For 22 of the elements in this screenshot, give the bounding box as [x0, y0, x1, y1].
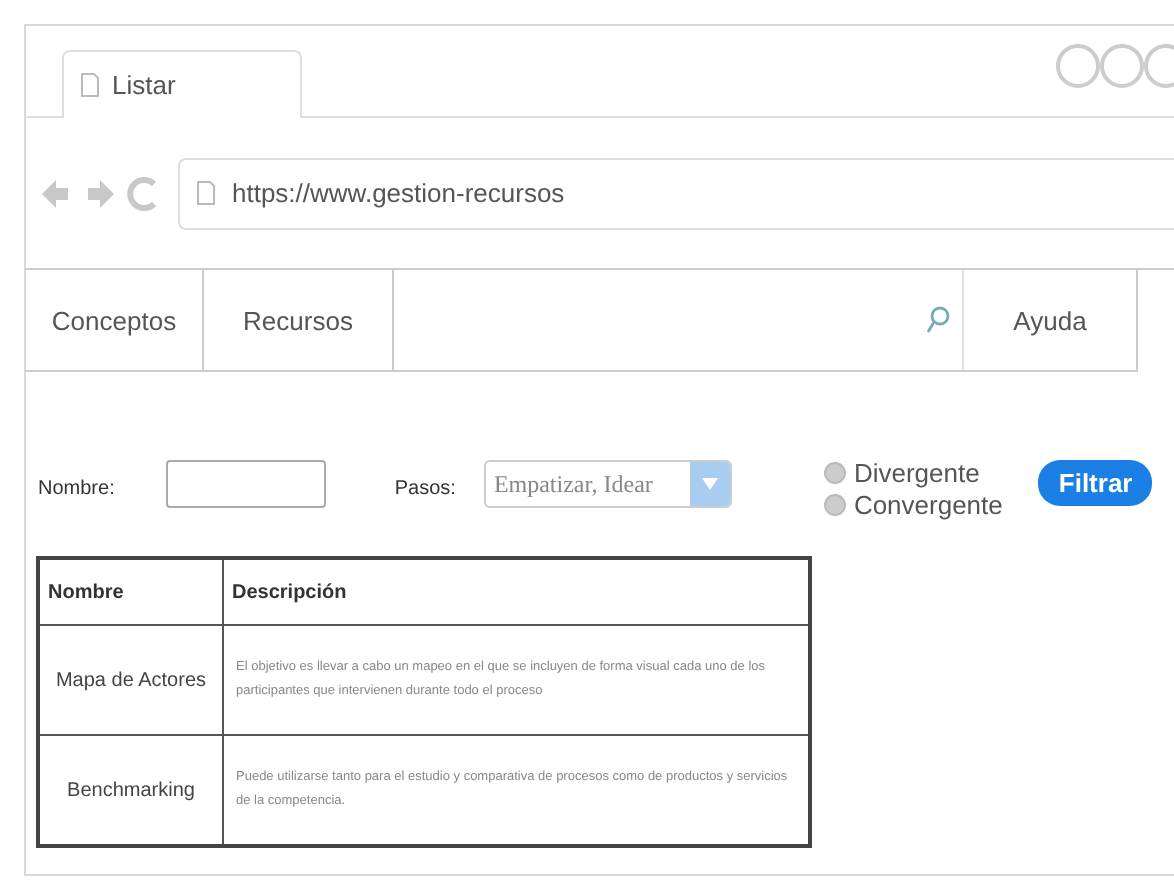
radio-button[interactable]	[823, 494, 846, 516]
nav-link[interactable]: Conceptos	[26, 270, 204, 370]
page-icon	[196, 180, 216, 206]
table-cell: Mapa de Actores	[38, 625, 223, 735]
dropdown-caret-icon	[689, 462, 730, 506]
field-label: Nombre:	[38, 478, 115, 500]
page-icon	[80, 72, 100, 98]
steps-dropdown[interactable]: Empatizar, Idear	[483, 460, 732, 508]
field-label: Pasos:	[394, 478, 456, 500]
help-link[interactable]: Ayuda	[964, 270, 1138, 370]
address-bar[interactable]: https://www.gestion-recursos	[178, 157, 1174, 229]
filter-button[interactable]: Filtrar	[1038, 460, 1153, 506]
window-controls-icon[interactable]	[1054, 40, 1174, 92]
radio-option[interactable]: Convergente	[823, 490, 1003, 520]
nav-link[interactable]: Recursos	[204, 270, 394, 370]
radio-button[interactable]	[823, 462, 846, 484]
browser-tab[interactable]: Listar	[62, 50, 302, 118]
name-input-field[interactable]	[166, 460, 327, 508]
navigation-arrows-icon[interactable]	[38, 173, 162, 213]
radio-option[interactable]: Divergente	[823, 458, 1003, 488]
column-header: Nombre	[38, 558, 223, 625]
search-icon	[926, 304, 950, 336]
